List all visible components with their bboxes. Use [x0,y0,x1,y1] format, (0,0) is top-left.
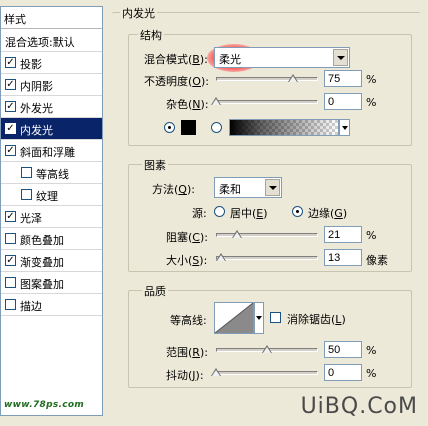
chevron-down-icon[interactable] [333,49,348,66]
style-list-item[interactable]: ✓ 投影 [1,52,102,74]
style-item-checkbox[interactable]: ✓ [5,255,16,266]
style-item-checkbox[interactable]: ✓ [5,57,16,68]
solid-color-radio[interactable] [164,122,175,133]
size-input[interactable] [324,249,362,266]
noise-slider-track[interactable] [216,100,318,104]
style-list-item[interactable]: 等高线 [1,162,102,184]
opacity-input[interactable] [324,70,362,87]
jitter-label: 抖动(J): [166,369,204,382]
noise-label: 杂色(N): [166,98,209,111]
style-item-label: 内阴影 [20,80,53,93]
range-percent: % [366,344,377,357]
style-list-item[interactable]: 颜色叠加 [1,228,102,250]
style-item-checkbox[interactable]: ✓ [5,211,16,222]
style-item-checkbox[interactable]: ✓ [5,79,16,90]
center-label: 居中(E) [230,207,268,220]
style-list-item[interactable]: 纹理 [1,184,102,206]
elements-title: 图素 [142,157,168,173]
style-item-checkbox[interactable] [21,189,32,200]
gradient-radio[interactable] [211,122,222,133]
glow-color-swatch[interactable] [181,120,196,135]
gradient-preview[interactable] [229,119,339,136]
style-item-checkbox[interactable] [5,299,16,310]
method-label: 方法(Q): [152,183,195,196]
method-value: 柔和 [219,183,241,196]
style-list: 样式 混合选项:默认 ✓ 投影 ✓ 内阴影 ✓ 外发光 ✓ 内发光 ✓ 斜面和浮雕等高线纹理 ✓ 光泽颜… [0,6,103,416]
choke-input[interactable] [324,226,362,243]
size-unit: 像素 [366,254,388,267]
style-item-checkbox[interactable] [5,233,16,244]
choke-label: 阻塞(C): [166,231,208,244]
choke-slider-track[interactable] [216,233,318,237]
size-label: 大小(S): [166,254,208,267]
jitter-slider-track[interactable] [216,371,318,375]
opacity-slider-track[interactable] [216,77,318,81]
style-list-header: 样式 [1,7,102,29]
opacity-percent: % [366,73,377,86]
method-chevron-down-icon[interactable] [265,179,280,196]
blend-mode-value: 柔光 [219,53,241,66]
noise-percent: % [366,96,377,109]
style-item-label: 混合选项:默认 [5,36,75,49]
style-item-checkbox[interactable]: ✓ [5,101,16,112]
opacity-slider-handle[interactable] [287,74,298,82]
contour-preview[interactable] [214,302,254,334]
blend-mode-label: 混合模式(B): [144,53,208,66]
watermark: UiBQ.CoM [300,394,418,419]
choke-slider-handle[interactable] [232,230,243,238]
choke-percent: % [366,229,377,242]
range-label: 范围(R): [166,346,208,359]
style-list-item[interactable]: ✓ 内发光 [1,118,102,140]
edge-radio[interactable] [292,206,303,217]
opacity-label: 不透明度(O): [144,75,209,88]
source-label: 源: [192,207,207,220]
style-item-label: 外发光 [20,102,53,115]
style-list-item[interactable]: ✓ 内阴影 [1,74,102,96]
blend-mode-select[interactable]: 柔光 [214,47,350,68]
edge-label: 边缘(G) [308,207,348,220]
style-item-label: 纹理 [36,190,58,203]
style-item-checkbox[interactable]: ✓ [5,145,16,156]
method-select[interactable]: 柔和 [214,177,282,198]
style-item-label: 等高线 [36,168,69,181]
anti-alias-label: 消除锯齿(L) [287,313,346,326]
noise-slider-handle[interactable] [211,97,221,105]
style-list-item[interactable]: 图案叠加 [1,272,102,294]
style-list-item[interactable]: ✓ 光泽 [1,206,102,228]
site-logo: www.78ps.com [4,400,85,410]
style-list-item[interactable]: 混合选项:默认 [1,30,102,52]
style-item-label: 斜面和浮雕 [20,146,75,159]
style-item-checkbox[interactable] [5,277,16,288]
style-list-item[interactable]: ✓ 外发光 [1,96,102,118]
panel-title: 内发光 [120,5,157,21]
style-item-checkbox[interactable]: ✓ [5,123,16,134]
anti-alias-checkbox[interactable] [270,312,281,323]
contour-chevron-down-icon[interactable] [254,302,264,334]
style-item-label: 光泽 [20,212,42,225]
quality-title: 品质 [142,283,168,299]
size-slider-track[interactable] [216,256,318,260]
structure-title: 结构 [138,27,164,43]
range-slider-handle[interactable] [262,345,272,353]
contour-label: 等高线: [170,314,207,327]
style-item-label: 颜色叠加 [20,234,64,247]
contour-curve-icon [215,303,253,333]
jitter-slider-handle[interactable] [211,368,221,376]
gradient-chevron-down-icon[interactable] [339,119,350,136]
style-item-label: 渐变叠加 [20,256,64,269]
center-radio[interactable] [214,206,225,217]
size-slider-handle[interactable] [216,253,227,261]
style-item-label: 内发光 [20,124,53,137]
style-list-item[interactable]: 描边 [1,294,102,316]
style-item-label: 图案叠加 [20,278,64,291]
noise-input[interactable] [324,93,362,110]
style-item-checkbox[interactable] [21,167,32,178]
jitter-input[interactable] [324,364,362,381]
style-list-item[interactable]: ✓ 渐变叠加 [1,250,102,272]
range-input[interactable] [324,341,362,358]
style-list-item[interactable]: ✓ 斜面和浮雕 [1,140,102,162]
jitter-percent: % [366,367,377,380]
style-item-label: 描边 [20,300,42,313]
style-item-label: 投影 [20,58,42,71]
